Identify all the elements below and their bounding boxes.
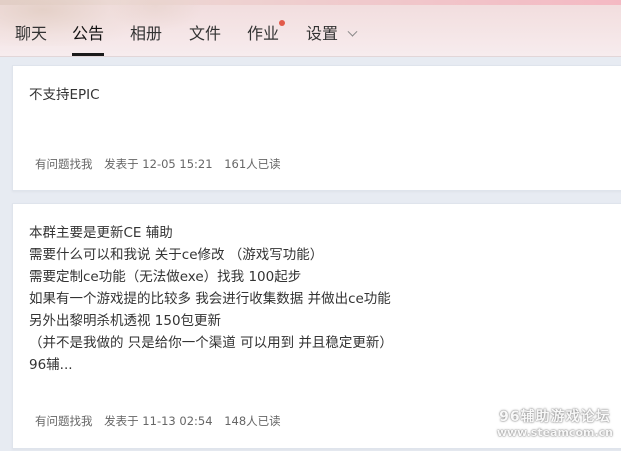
notice-text-line: （并不是我做的 只是给你一个渠道 可以用到 并且稳定更新）: [29, 335, 393, 351]
notification-dot: [279, 20, 286, 26]
tab-announcement[interactable]: 公告: [72, 22, 105, 56]
notice-read-count[interactable]: 148人已读: [224, 414, 280, 428]
notice-read-count[interactable]: 161人已读: [224, 157, 280, 171]
notice-author[interactable]: 有问题找我: [35, 414, 93, 428]
notice-card[interactable]: 不支持EPIC 有问题找我 发表于 12-05 15:21 161人已读: [12, 65, 621, 191]
notice-text-line: 需要定制ce功能（无法做exe）找我 100起步: [29, 269, 302, 285]
notice-text-line: 另外出黎明杀机透视 150包更新: [29, 313, 222, 329]
group-header: 聊天 公告 相册 文件 作业 设置: [0, 0, 621, 57]
notice-author[interactable]: 有问题找我: [35, 157, 93, 171]
notice-text-line: 如果有一个游戏提的比较多 我会进行收集数据 并做出ce功能: [29, 291, 391, 307]
tab-homework[interactable]: 作业: [247, 20, 286, 56]
chevron-down-icon: [347, 26, 358, 37]
notice-text-line: 96辅...: [29, 357, 73, 373]
active-tab-underline: [72, 53, 105, 56]
notice-meta: 有问题找我 发表于 11-13 02:54 148人已读: [35, 413, 289, 429]
tab-label: 聊天: [15, 24, 48, 43]
notice-content: 不支持EPIC: [29, 84, 100, 106]
tab-album[interactable]: 相册: [130, 22, 162, 56]
tab-label: 相册: [130, 24, 163, 43]
tab-label: 作业: [247, 24, 280, 43]
tab-label: 文件: [189, 24, 222, 43]
tab-chat[interactable]: 聊天: [15, 22, 47, 56]
notice-text-line: 不支持EPIC: [29, 87, 100, 103]
notice-posted-time: 发表于 12-05 15:21: [104, 157, 213, 171]
tab-label: 公告: [72, 24, 105, 43]
notice-text-line: 本群主要是更新CE 辅助: [29, 225, 173, 241]
tab-files[interactable]: 文件: [189, 22, 221, 56]
notice-content: 本群主要是更新CE 辅助 需要什么可以和我说 关于ce修改 （游戏写功能） 需要…: [29, 222, 393, 376]
tab-settings[interactable]: 设置: [306, 22, 358, 56]
notice-text-line: 需要什么可以和我说 关于ce修改 （游戏写功能）: [29, 247, 324, 263]
notice-posted-time: 发表于 11-13 02:54: [104, 414, 213, 428]
notice-card[interactable]: 本群主要是更新CE 辅助 需要什么可以和我说 关于ce修改 （游戏写功能） 需要…: [12, 203, 621, 449]
tab-label: 设置: [306, 24, 339, 43]
notice-meta: 有问题找我 发表于 12-05 15:21 161人已读: [35, 156, 289, 172]
